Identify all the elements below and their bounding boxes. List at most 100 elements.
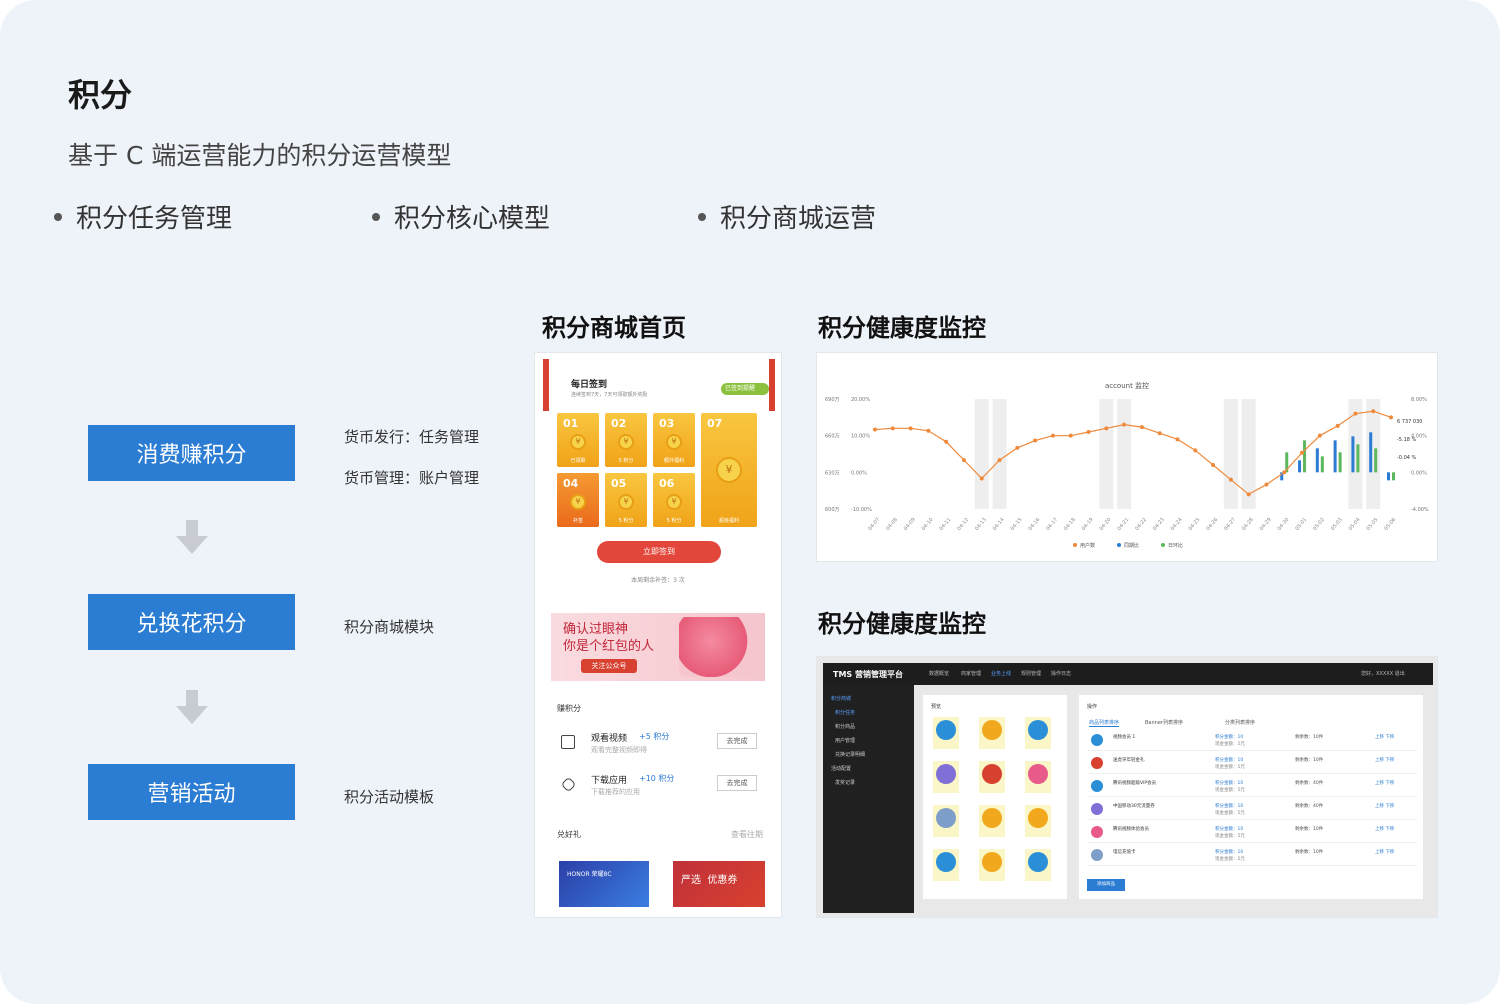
follow-account-button[interactable]: 关注公众号 [581,659,637,673]
sidebar-item[interactable]: 兑换记录明细 [835,751,865,758]
product-tile[interactable] [1025,717,1051,749]
task-go-button[interactable]: 去完成 [717,775,757,791]
x-tick-label: 05-02 [1312,517,1326,532]
task-desc: 观看完整视频即得 [591,746,647,754]
x-tick-label: 04-22 [1134,517,1148,532]
sidebar-item[interactable]: 积分商城 [831,695,851,702]
admin-menu-item[interactable]: 数据概览 [929,670,949,677]
admin-menu-item[interactable]: 操作日志 [1051,670,1071,677]
add-product-button[interactable]: 添加商品 [1087,879,1125,891]
product-icon [1091,849,1103,861]
checkin-day-tile[interactable]: 02 ¥5 积分 [605,413,647,467]
y-pct-tick-label: 20.00% [851,397,870,403]
product-tile[interactable] [979,761,1005,793]
product-tile[interactable] [933,761,959,793]
move-actions[interactable]: 上移 下移 [1375,734,1394,740]
page-subtitle: 基于 C 端运营能力的积分运营模型 [68,141,452,170]
line-series-path [874,410,1392,496]
admin-menu-item[interactable]: 规则管理 [1021,670,1041,677]
checkin-day-tile[interactable]: 04 ¥ 补签 [557,473,599,527]
checkin-day-tile[interactable]: 01 ¥ 已领取 [557,413,599,467]
weekend-band [992,399,1007,509]
sidebar-item[interactable]: 积分任务 [835,709,855,716]
checkin-day-tile[interactable]: 07 ¥ 超级福利 [701,413,757,527]
x-tick-label: 04-14 [992,517,1006,532]
sidebar-item[interactable]: 积分商品 [835,723,855,730]
product-tile[interactable] [979,717,1005,749]
product-stock: 剩余数：10件 [1295,827,1324,832]
remain-count: 本周剩余补签：3 次 [631,577,685,584]
x-tick-label: 04-25 [1188,517,1202,532]
product-tile[interactable] [933,805,959,837]
move-actions[interactable]: 上移 下移 [1375,826,1394,832]
checkin-day-tile[interactable]: 05 ¥5 积分 [605,473,647,527]
product-icon [982,852,1002,872]
product-tile[interactable] [1025,849,1051,881]
line-point [1157,431,1162,436]
tab-product-sort[interactable]: 商品列表排序 [1089,719,1120,727]
flow-step-marketing: 营销活动 [88,764,295,820]
download-icon [560,776,577,793]
move-actions[interactable]: 上移 下移 [1375,780,1394,786]
sidebar-item[interactable]: 活动配置 [831,765,851,772]
product-cash: 现金金额：5元 [1215,857,1245,862]
admin-user[interactable]: 您好，XXXXX 退出 [1361,670,1405,677]
promo-banner[interactable]: 确认过眼神 你是个红包的人 关注公众号 [551,613,765,681]
product-points: 积分金额：10 [1215,827,1244,832]
checkin-day-tile[interactable]: 03 ¥ 额外福利 [653,413,695,467]
product-tile[interactable] [933,849,959,881]
task-title: 观看视频 [591,734,628,744]
product-tile[interactable] [979,805,1005,837]
y-tick-label: 630万 [825,470,840,476]
gift-card[interactable]: HONOR 荣耀8C [559,861,649,907]
move-actions[interactable]: 上移 下移 [1375,849,1394,855]
tab-category-sort[interactable]: 分类列表排序 [1225,719,1255,726]
line-point [1264,482,1269,487]
line-point [944,439,949,444]
bar-mark [1351,436,1355,473]
x-tick-label: 05-03 [1330,517,1344,532]
line-point [1139,425,1144,430]
preview-title: 预览 [931,704,942,710]
product-tile[interactable] [1025,761,1051,793]
product-tile[interactable] [979,849,1005,881]
gift-card[interactable]: 严选 优惠券 [673,861,765,907]
table-row: 腾讯视频超级VIP会员 积分金额：10 现金金额：5元 剩余数：40件 上移 下移 [1087,777,1417,797]
product-tile[interactable] [1025,805,1051,837]
checkin-reminder-toggle[interactable]: 已签到提醒 [721,383,769,395]
task-go-button[interactable]: 去完成 [717,733,757,749]
admin-logo: TMS 营销管理平台 [833,670,903,679]
move-actions[interactable]: 上移 下移 [1375,757,1394,763]
admin-menu-item[interactable]: 商家管理 [961,670,981,677]
product-icon [982,808,1002,828]
sign-in-button[interactable]: 立即签到 [597,541,721,563]
x-tick-label: 04-27 [1223,517,1237,532]
product-icon [936,720,956,740]
sidebar-item[interactable]: 发奖记录 [835,779,855,786]
bar-mark [1303,440,1307,473]
bullet-item: 积分任务管理 [54,198,232,235]
legend-label: 用户数 [1080,542,1095,549]
tab-banner-sort[interactable]: Banner列表排序 [1145,719,1183,726]
sidebar-item[interactable]: 用户管理 [835,737,855,744]
line-point [1015,445,1020,450]
content-card: 积分 基于 C 端运营能力的积分运营模型 积分任务管理 积分核心模型 积分商城运… [0,0,1500,1004]
x-tick-label: 05-05 [1365,517,1379,532]
view-past-link[interactable]: 查看往期 [731,829,763,840]
admin-menu-item[interactable]: 业务上线 [991,670,1011,677]
y2-tick-label: -4.00% [1411,507,1429,513]
move-actions[interactable]: 上移 下移 [1375,803,1394,809]
checkin-subtitle: 连续签到7天，7天可领取额外奖励 [571,392,648,398]
product-name: 送虎牙年轻金礼 [1113,758,1145,763]
product-icon [1028,764,1048,784]
bullet-dot-icon [698,212,706,221]
x-tick-label: 04-23 [1152,517,1166,532]
product-stock: 剩余数：10件 [1295,850,1324,855]
earn-points-title: 赚积分 [557,704,581,713]
checkin-day-tile[interactable]: 06 ¥5 积分 [653,473,695,527]
product-cash: 现金金额：5元 [1215,811,1245,816]
product-stock: 剩余数：40件 [1295,804,1324,809]
bar-mark [1320,456,1324,473]
product-tile[interactable] [933,717,959,749]
x-tick-label: 04-18 [1063,517,1077,532]
